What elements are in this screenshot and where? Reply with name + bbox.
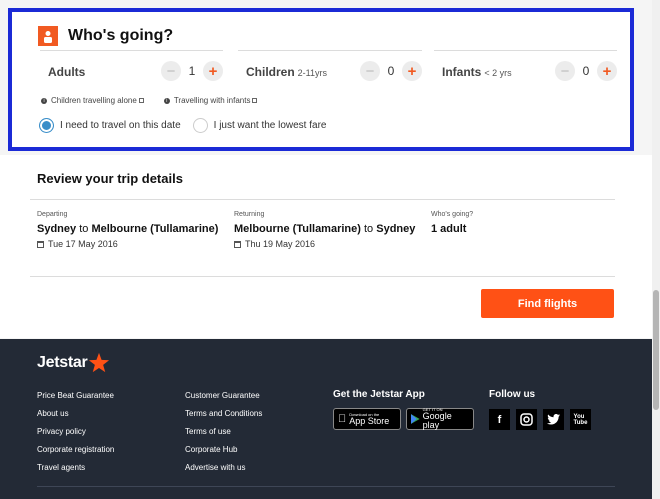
children-count: 0 [387,64,395,78]
app-store-badge[interactable]:  Download on the App Store [333,408,401,430]
whos-going-title: Who's going? [68,27,174,44]
adults-row: Adults − 1 + [40,50,223,90]
radio-option-lowest-fare[interactable]: I just want the lowest fare [192,118,327,133]
returning-date: Thu 19 May 2016 [234,239,424,249]
departing-date-text: Tue 17 May 2016 [48,239,118,250]
footer-link-privacy[interactable]: Privacy policy [37,427,114,445]
returning-summary: Returning Melbourne (Tullamarine) to Syd… [234,211,424,249]
person-icon [38,26,58,46]
divider [30,199,615,200]
app-section-title: Get the Jetstar App [333,389,425,400]
footer-link-about[interactable]: About us [37,409,114,427]
adults-label: Adults [48,65,86,79]
returning-label: Returning [234,211,265,218]
adults-plus-button[interactable]: + [203,61,223,81]
children-stepper: − 0 + [360,61,422,81]
facebook-icon[interactable]: f [489,409,510,430]
date-flexibility-radios: I need to travel on this date I just wan… [39,118,338,133]
google-play-text: GET IT ON Google play [423,408,469,430]
footer-link-customer-guarantee[interactable]: Customer Guarantee [185,391,262,409]
departing-label: Departing [37,211,68,218]
footer-link-advertise[interactable]: Advertise with us [185,463,262,481]
site-footer: Jetstar Price Beat Guarantee About us Pr… [0,339,652,499]
infants-row: Infants < 2 yrs − 0 + [434,50,617,90]
scrollbar-thumb[interactable] [653,290,659,410]
radio-label-lowest-fare: I just want the lowest fare [213,120,327,131]
find-flights-button[interactable]: Find flights [481,289,614,318]
radio-button-exact-date[interactable] [39,118,54,133]
departing-date: Tue 17 May 2016 [37,239,227,249]
external-link-icon [138,98,144,103]
calendar-icon [234,240,241,248]
passenger-summary-label: Who's going? [431,211,474,218]
whos-going-header: Who's going? [38,26,173,46]
returning-destination: Sydney [376,223,416,235]
google-play-badge[interactable]: GET IT ON Google play [406,408,474,430]
google-play-icon [411,414,420,424]
jetstar-logo[interactable]: Jetstar [37,352,110,374]
footer-link-terms-use[interactable]: Terms of use [185,427,262,445]
youtube-icon[interactable]: You Tube [570,409,591,430]
children-alone-link[interactable]: i Children travelling alone [41,96,144,105]
departing-route: Sydney to Melbourne (Tullamarine) [37,222,227,236]
app-store-text: Download on the App Store [341,412,389,426]
footer-links-column-1: Price Beat Guarantee About us Privacy po… [37,391,114,481]
radio-button-lowest-fare[interactable] [192,118,208,133]
infants-link[interactable]: i Travelling with infants [163,96,258,105]
children-plus-button[interactable]: + [402,61,422,81]
departing-summary: Departing Sydney to Melbourne (Tullamari… [37,211,227,249]
adults-stepper: − 1 + [161,61,223,81]
children-row: Children 2-11yrs − 0 + [238,50,422,90]
infants-age-range: < 2 yrs [484,68,512,78]
adults-count: 1 [188,64,196,78]
twitter-icon[interactable] [543,409,564,430]
review-title: Review your trip details [37,171,183,186]
whos-going-panel: Who's going? Adults − 1 + Children 2-11yr… [8,8,634,151]
footer-link-travel-agents[interactable]: Travel agents [37,463,114,481]
route-to-word: to [363,223,374,235]
star-icon [89,352,110,373]
instagram-icon[interactable] [516,409,537,430]
info-links: i Children travelling alone i Travelling… [41,96,277,105]
follow-us-title: Follow us [489,389,536,400]
footer-divider [37,486,615,487]
returning-origin: Melbourne (Tullamarine) [234,223,361,235]
children-alone-link-text: Children travelling alone [51,96,137,105]
divider [30,276,615,277]
review-trip-section: Review your trip details Departing Sydne… [0,155,652,338]
passenger-summary-value: 1 adult [431,223,467,235]
infants-count: 0 [582,64,590,78]
returning-date-text: Thu 19 May 2016 [245,239,316,250]
google-play-big-text: Google play [422,411,452,430]
adults-minus-button[interactable]: − [161,61,181,81]
footer-link-price-beat[interactable]: Price Beat Guarantee [37,391,114,409]
footer-link-terms-conditions[interactable]: Terms and Conditions [185,409,262,427]
infants-minus-button[interactable]: − [555,61,575,81]
departing-destination: Melbourne (Tullamarine) [91,223,219,235]
app-store-big-text: App Store [341,415,389,426]
passenger-summary: Who's going? 1 adult [431,211,601,236]
logo-text: Jetstar [37,354,88,371]
infants-link-text: Travelling with infants [173,96,251,105]
infants-stepper: − 0 + [555,61,617,81]
footer-link-corporate-registration[interactable]: Corporate registration [37,445,114,463]
infants-plus-button[interactable]: + [597,61,617,81]
radio-option-exact-date[interactable]: I need to travel on this date [39,118,181,133]
infants-label: Infants < 2 yrs [442,65,512,79]
calendar-icon [37,240,44,248]
footer-links-column-2: Customer Guarantee Terms and Conditions … [185,391,262,481]
returning-route: Melbourne (Tullamarine) to Sydney [234,222,424,236]
children-minus-button[interactable]: − [360,61,380,81]
footer-link-corporate-hub[interactable]: Corporate Hub [185,445,262,463]
radio-label-exact-date: I need to travel on this date [60,120,181,131]
page-scrollbar[interactable] [652,0,660,499]
children-label: Children 2-11yrs [246,65,328,79]
info-icon: i [41,97,47,104]
children-age-range: 2-11yrs [297,68,328,78]
external-link-icon [252,98,258,103]
departing-origin: Sydney [37,223,77,235]
apple-icon:  [338,413,346,425]
info-icon: i [163,97,170,104]
route-to-word: to [79,223,89,235]
